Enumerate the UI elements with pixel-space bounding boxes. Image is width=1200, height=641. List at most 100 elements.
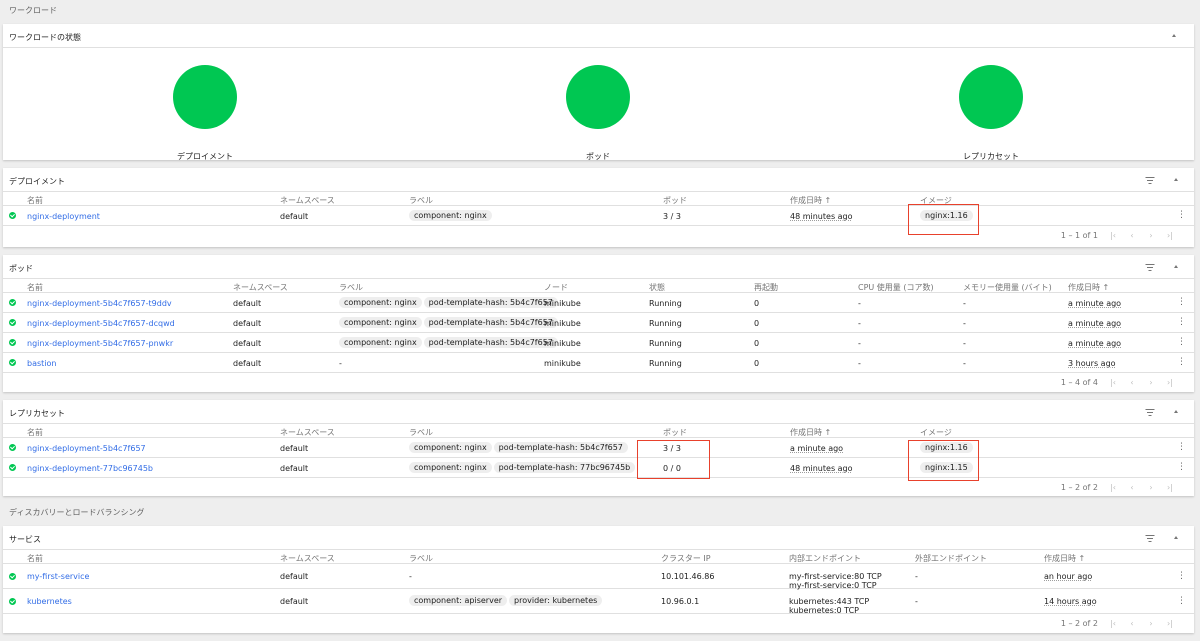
pods-status-circle[interactable]: [566, 65, 630, 129]
chevron-up-icon[interactable]: [1168, 30, 1180, 42]
table-row[interactable]: my-first-service default - 10.101.46.86 …: [3, 564, 1194, 590]
column-header-name[interactable]: 名前: [27, 195, 43, 206]
chevron-right-icon[interactable]: ›: [1146, 483, 1156, 492]
restarts-cell: 0: [754, 339, 760, 348]
label-chip: component: nginx: [339, 337, 422, 348]
table-row[interactable]: nginx-deployment-5b4c7f657-pnwkr default…: [3, 333, 1194, 353]
column-header-labels: ラベル: [409, 196, 433, 205]
column-header-name[interactable]: 名前: [27, 282, 43, 293]
namespace-cell: default: [233, 299, 262, 308]
pod-name-link[interactable]: bastion: [27, 359, 56, 368]
filter-icon[interactable]: [1144, 261, 1156, 273]
column-header-node[interactable]: ノード: [544, 282, 568, 293]
chevron-right-icon[interactable]: ›: [1146, 378, 1156, 387]
more-vert-icon[interactable]: ⋮: [1177, 463, 1186, 472]
chevron-right-icon[interactable]: ›: [1146, 231, 1156, 240]
more-vert-icon[interactable]: ⋮: [1177, 572, 1186, 581]
table-row[interactable]: nginx-deployment default component: ngin…: [3, 206, 1194, 226]
labels-cell: -: [409, 572, 412, 581]
more-vert-icon[interactable]: ⋮: [1177, 338, 1186, 347]
chevron-right-icon[interactable]: ›: [1146, 619, 1156, 628]
first-page-icon[interactable]: |‹: [1108, 619, 1118, 628]
restarts-cell: 0: [754, 319, 760, 328]
label-chip: component: nginx: [409, 210, 492, 221]
table-row[interactable]: bastion default - minikube Running 0 - -…: [3, 353, 1194, 373]
column-header-namespace[interactable]: ネームスペース: [280, 427, 335, 438]
chevron-up-icon[interactable]: [1170, 406, 1182, 418]
pods-title: ポッド: [9, 264, 33, 273]
check-circle-icon: [9, 339, 16, 346]
restarts-cell: 0: [754, 299, 760, 308]
cluster-ip-cell: 10.101.46.86: [661, 572, 715, 581]
column-header-created[interactable]: 作成日時 ↑: [790, 427, 831, 438]
pod-name-link[interactable]: nginx-deployment-5b4c7f657-t9ddv: [27, 299, 172, 308]
filter-icon[interactable]: [1144, 532, 1156, 544]
pagination: 1 – 1 of 1 |‹ ‹ › ›|: [3, 226, 1194, 245]
table-row[interactable]: kubernetes default component: apiserver p…: [3, 589, 1194, 615]
chevron-left-icon[interactable]: ‹: [1127, 483, 1137, 492]
column-header-status[interactable]: 状態: [649, 282, 665, 293]
replicasets-status-chart[interactable]: レプリカセット: [931, 65, 1051, 162]
column-header-name[interactable]: 名前: [27, 427, 43, 438]
column-header-created[interactable]: 作成日時 ↑: [1068, 282, 1109, 293]
chevron-up-icon[interactable]: [1170, 174, 1182, 186]
first-page-icon[interactable]: |‹: [1108, 231, 1118, 240]
more-vert-icon[interactable]: ⋮: [1177, 597, 1186, 606]
first-page-icon[interactable]: |‹: [1108, 378, 1118, 387]
last-page-icon[interactable]: ›|: [1165, 619, 1175, 628]
service-name-link[interactable]: kubernetes: [27, 597, 72, 606]
column-header-labels: ラベル: [409, 554, 433, 563]
check-circle-icon: [9, 212, 16, 219]
column-header-external-endpoints: 外部エンドポイント: [915, 554, 987, 563]
labels-cell: component: nginx pod-template-hash: 5b4c7…: [339, 297, 560, 308]
column-header-created[interactable]: 作成日時 ↑: [1044, 553, 1085, 564]
filter-icon[interactable]: [1144, 406, 1156, 418]
last-page-icon[interactable]: ›|: [1165, 378, 1175, 387]
replicaset-name-link[interactable]: nginx-deployment-77bc96745b: [27, 464, 153, 473]
table-row[interactable]: nginx-deployment-5b4c7f657-dcqwd default…: [3, 313, 1194, 333]
service-name-link[interactable]: my-first-service: [27, 572, 89, 581]
more-vert-icon[interactable]: ⋮: [1177, 358, 1186, 367]
column-header-namespace[interactable]: ネームスペース: [280, 195, 335, 206]
column-header-created[interactable]: 作成日時 ↑: [790, 195, 831, 206]
table-row[interactable]: nginx-deployment-77bc96745b default comp…: [3, 458, 1194, 478]
more-vert-icon[interactable]: ⋮: [1177, 443, 1186, 452]
internal-endpoints-cell: kubernetes:443 TCP kubernetes:0 TCP: [789, 597, 869, 615]
chevron-left-icon[interactable]: ‹: [1127, 619, 1137, 628]
column-header-labels: ラベル: [409, 428, 433, 437]
column-header-namespace[interactable]: ネームスペース: [280, 553, 335, 564]
last-page-icon[interactable]: ›|: [1165, 231, 1175, 240]
first-page-icon[interactable]: |‹: [1108, 483, 1118, 492]
column-header-namespace[interactable]: ネームスペース: [233, 282, 288, 293]
replicasets-status-circle[interactable]: [959, 65, 1023, 129]
pods-status-chart[interactable]: ポッド: [538, 65, 658, 162]
table-row[interactable]: nginx-deployment-5b4c7f657-t9ddv default…: [3, 293, 1194, 313]
column-header-images: イメージ: [920, 428, 952, 437]
more-vert-icon[interactable]: ⋮: [1177, 318, 1186, 327]
column-header-images: イメージ: [920, 196, 952, 205]
deployment-name-link[interactable]: nginx-deployment: [27, 212, 100, 221]
pod-name-link[interactable]: nginx-deployment-5b4c7f657-dcqwd: [27, 319, 175, 328]
external-endpoints-cell: -: [915, 597, 918, 606]
filter-icon[interactable]: [1144, 174, 1156, 186]
labels-cell: -: [339, 359, 342, 368]
pod-name-link[interactable]: nginx-deployment-5b4c7f657-pnwkr: [27, 339, 173, 348]
status-cell: Running: [649, 319, 682, 328]
deployments-title: デプロイメント: [9, 177, 65, 186]
column-header-name[interactable]: 名前: [27, 553, 43, 564]
external-endpoints-cell: -: [915, 572, 918, 581]
labels-cell: component: nginx: [409, 210, 494, 221]
more-vert-icon[interactable]: ⋮: [1177, 211, 1186, 220]
chevron-left-icon[interactable]: ‹: [1127, 231, 1137, 240]
chevron-up-icon[interactable]: [1170, 261, 1182, 273]
table-row[interactable]: nginx-deployment-5b4c7f657 default compo…: [3, 438, 1194, 458]
chevron-up-icon[interactable]: [1170, 532, 1182, 544]
deployments-status-chart[interactable]: デプロイメント: [145, 65, 265, 162]
namespace-cell: default: [233, 319, 262, 328]
chevron-left-icon[interactable]: ‹: [1127, 378, 1137, 387]
deployments-status-circle[interactable]: [173, 65, 237, 129]
replicaset-name-link[interactable]: nginx-deployment-5b4c7f657: [27, 444, 146, 453]
last-page-icon[interactable]: ›|: [1165, 483, 1175, 492]
card-header: レプリカセット: [3, 400, 1194, 424]
more-vert-icon[interactable]: ⋮: [1177, 298, 1186, 307]
